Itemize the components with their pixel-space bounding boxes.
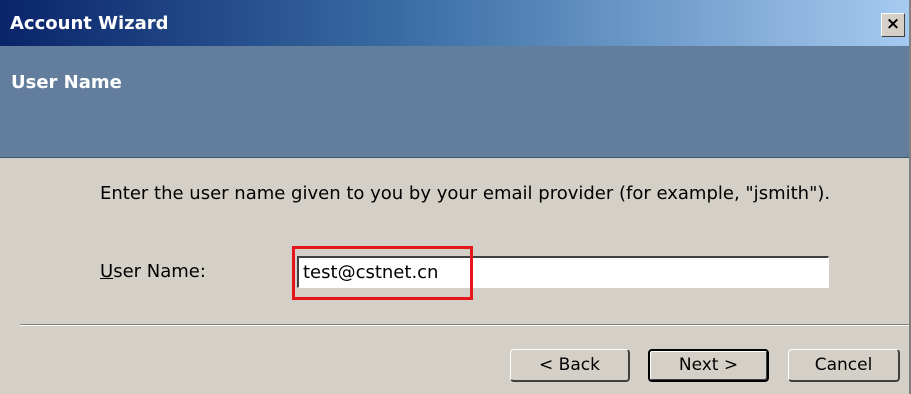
username-label: User Name: (100, 261, 206, 282)
close-icon: × (885, 14, 901, 34)
cancel-button[interactable]: Cancel (788, 349, 900, 382)
wizard-header: User Name (0, 46, 909, 158)
username-label-accesskey: U (100, 261, 114, 282)
username-input[interactable] (297, 256, 829, 288)
username-label-text: ser Name: (113, 261, 206, 282)
page-title: User Name (11, 72, 122, 93)
separator-line (20, 324, 909, 326)
title-bar: Account Wizard × (0, 0, 909, 46)
instructions-text: Enter the user name given to you by your… (100, 183, 831, 204)
window-title: Account Wizard (10, 13, 169, 34)
account-wizard-window: Account Wizard × User Name Enter the use… (0, 0, 911, 394)
close-button[interactable]: × (881, 13, 905, 37)
next-button[interactable]: Next > (648, 349, 769, 382)
back-button[interactable]: < Back (510, 349, 630, 382)
